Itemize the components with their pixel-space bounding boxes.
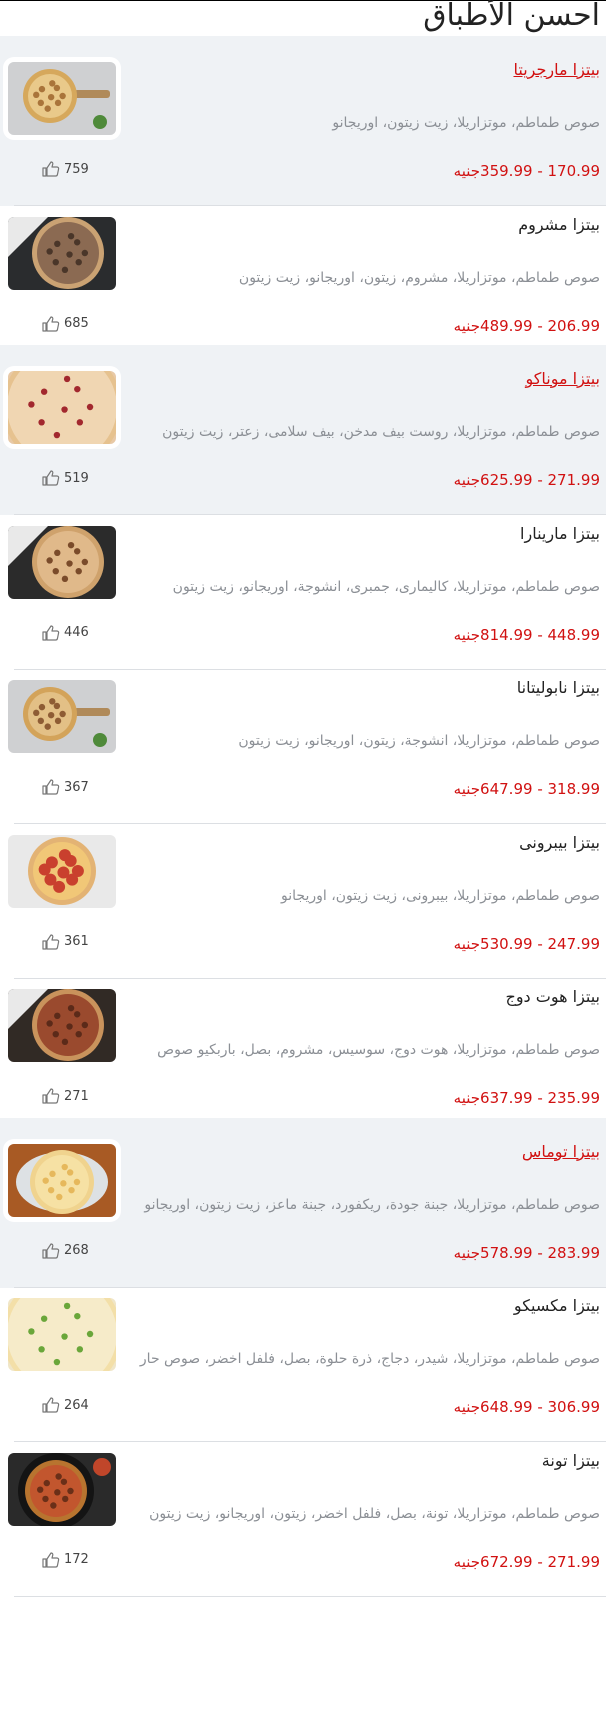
thumbs-up-icon	[42, 779, 60, 795]
like-count: 367	[64, 779, 89, 795]
like-button[interactable]: 446	[42, 624, 89, 641]
thumbs-up-icon	[42, 1551, 60, 1568]
thumbs-up-icon	[42, 1242, 60, 1259]
like-button[interactable]: 759	[42, 161, 89, 177]
item-image[interactable]	[8, 1298, 116, 1371]
like-count: 268	[64, 1243, 89, 1258]
item-name[interactable]: بيتزا بيبرونى	[519, 833, 600, 852]
thumbs-up-icon	[42, 624, 60, 641]
like-button[interactable]: 264	[42, 1397, 89, 1413]
pizza-on-plate-icon	[8, 1143, 116, 1217]
item-description: صوص طماطم، موتزاريلا، شيدر، دجاج، ذرة حل…	[139, 1351, 600, 1367]
item-image[interactable]	[8, 525, 116, 599]
menu-item[interactable]: بيتزا مارجريتا صوص طماطم، موتزاريلا، زيت …	[0, 36, 606, 206]
item-price: 271.99 - 625.99جنيه	[453, 471, 600, 489]
menu-item[interactable]: بيتزا مشروم صوص طماطم، موتزاريلا، مشروم، …	[0, 191, 606, 361]
item-price: 271.99 - 672.99جنيه	[453, 1552, 600, 1571]
item-name[interactable]: بيتزا مارجريتا	[513, 60, 600, 79]
item-price: 283.99 - 578.99جنيه	[453, 1243, 600, 1262]
pizza-pepperoni-icon	[8, 834, 116, 908]
menu-item[interactable]: بيتزا مارينارا صوص طماطم، موتزاريلا، كالي…	[0, 500, 606, 670]
page-title: احسن الأطباق	[423, 0, 600, 33]
like-button[interactable]: 685	[42, 315, 89, 332]
thumbs-up-icon	[42, 315, 60, 332]
pizza-dark-box-icon	[8, 525, 116, 599]
pizza-closeup-icon	[8, 1298, 116, 1371]
thumbs-up-icon	[42, 161, 60, 177]
item-description: صوص طماطم، موتزاريلا، مشروم، زيتون، اوري…	[238, 269, 600, 286]
pizza-dark-box-icon	[8, 216, 116, 290]
item-image[interactable]	[8, 62, 116, 135]
item-description: صوص طماطم، موتزاريلا، جبنة جودة، ريكفورد…	[144, 1196, 600, 1213]
menu-item[interactable]: بيتزا مكسيكو صوص طماطم، موتزاريلا، شيدر، …	[0, 1272, 606, 1442]
like-count: 519	[64, 470, 89, 486]
menu-item[interactable]: بيتزا بيبرونى صوص طماطم، موتزاريلا، بيبرو…	[0, 809, 606, 979]
item-name[interactable]: بيتزا موناكو	[525, 369, 600, 388]
item-description: صوص طماطم، موتزاريلا، انشوجة، زيتون، اور…	[238, 733, 600, 749]
item-description: صوص طماطم، موتزاريلا، روست بيف مدخن، بيف…	[162, 424, 600, 440]
item-name[interactable]: بيتزا مشروم	[518, 215, 600, 234]
item-image[interactable]	[8, 1143, 116, 1217]
thumbs-up-icon	[42, 933, 60, 950]
item-image[interactable]	[8, 680, 116, 753]
menu-item[interactable]: بيتزا توماس صوص طماطم، موتزاريلا، جبنة جو…	[0, 1117, 606, 1288]
like-count: 361	[64, 934, 89, 949]
like-count: 446	[64, 625, 89, 640]
like-count: 271	[64, 1088, 89, 1104]
pizza-closeup-icon	[8, 371, 116, 444]
menu-item[interactable]: بيتزا تونة صوص طماطم، موتزاريلا، تونة، بص…	[0, 1427, 606, 1597]
like-count: 685	[64, 316, 89, 331]
item-image[interactable]	[8, 989, 116, 1062]
pizza-on-board-icon	[8, 680, 116, 753]
like-button[interactable]: 271	[42, 1088, 89, 1104]
like-button[interactable]: 519	[42, 470, 89, 486]
item-description: صوص طماطم، موتزاريلا، زيت زيتون، اوريجان…	[332, 115, 600, 131]
like-button[interactable]: 172	[42, 1551, 89, 1568]
item-price: 306.99 - 648.99جنيه	[453, 1398, 600, 1416]
like-count: 264	[64, 1397, 89, 1413]
item-name[interactable]: بيتزا توماس	[522, 1142, 600, 1161]
menu-item[interactable]: بيتزا موناكو صوص طماطم، موتزاريلا، روست ب…	[0, 345, 606, 515]
thumbs-up-icon	[42, 1088, 60, 1104]
item-name[interactable]: بيتزا تونة	[542, 1451, 600, 1470]
item-image[interactable]	[8, 371, 116, 444]
item-description: صوص طماطم، موتزاريلا، هوت دوج، سوسيس، مش…	[157, 1042, 600, 1058]
item-name[interactable]: بيتزا مارينارا	[520, 524, 600, 543]
like-button[interactable]: 361	[42, 933, 89, 950]
thumbs-up-icon	[42, 470, 60, 486]
like-button[interactable]: 268	[42, 1242, 89, 1259]
like-count: 759	[64, 161, 89, 177]
row-divider	[14, 1595, 606, 1597]
pizza-pan-icon	[8, 1452, 116, 1526]
item-image[interactable]	[8, 216, 116, 290]
item-description: صوص طماطم، موتزاريلا، تونة، بصل، فلفل اخ…	[149, 1505, 600, 1522]
item-price: 318.99 - 647.99جنيه	[453, 780, 600, 798]
thumbs-up-icon	[42, 1397, 60, 1413]
item-name[interactable]: بيتزا مكسيكو	[514, 1296, 600, 1315]
item-price: 235.99 - 637.99جنيه	[453, 1089, 600, 1107]
item-name[interactable]: بيتزا هوت دوج	[506, 987, 601, 1006]
item-description: صوص طماطم، موتزاريلا، كاليمارى، جمبرى، ا…	[172, 578, 600, 595]
pizza-dark-box-icon	[8, 989, 116, 1062]
item-name[interactable]: بيتزا نابوليتانا	[517, 678, 600, 697]
item-price: 206.99 - 489.99جنيه	[453, 316, 600, 335]
item-description: صوص طماطم، موتزاريلا، بيبرونى، زيت زيتون…	[281, 887, 600, 904]
item-price: 170.99 - 359.99جنيه	[453, 162, 600, 180]
item-price: 448.99 - 814.99جنيه	[453, 625, 600, 644]
item-price: 247.99 - 530.99جنيه	[453, 934, 600, 953]
menu-item[interactable]: بيتزا هوت دوج صوص طماطم، موتزاريلا، هوت د…	[0, 963, 606, 1133]
menu-item[interactable]: بيتزا نابوليتانا صوص طماطم، موتزاريلا، ان…	[0, 654, 606, 824]
like-count: 172	[64, 1552, 89, 1567]
item-image[interactable]	[8, 834, 116, 908]
pizza-on-board-icon	[8, 62, 116, 135]
like-button[interactable]: 367	[42, 779, 89, 795]
item-image[interactable]	[8, 1452, 116, 1526]
